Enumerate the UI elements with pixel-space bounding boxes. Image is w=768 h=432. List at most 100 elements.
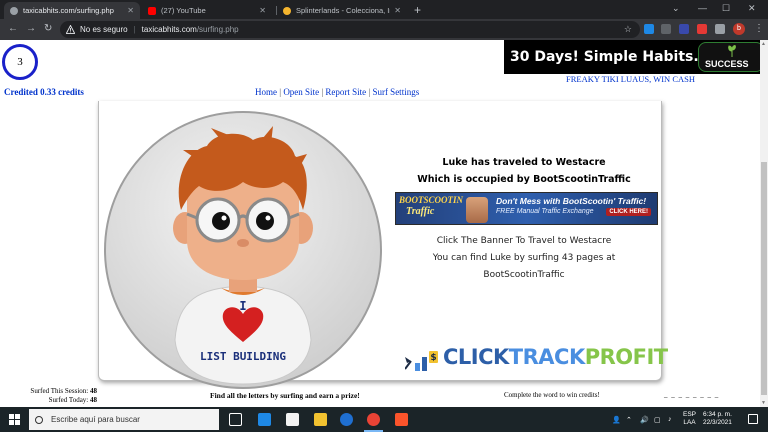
luke-avatar: I LIST BUILDING [104, 111, 382, 389]
people-icon[interactable]: 👤 [612, 416, 621, 424]
find-luke-text: You can find Luke by surfing 43 pages at [432, 253, 616, 263]
browser-tab-strip: taxicabhits.com/surfing.php ✕ (27) YouTu… [0, 0, 768, 19]
back-icon[interactable]: ← [8, 23, 18, 34]
minimize-icon[interactable]: — [698, 3, 707, 13]
extension-icon[interactable] [644, 24, 654, 34]
shirt-text: LIST BUILDING [200, 350, 286, 363]
chrome-icon[interactable] [364, 413, 383, 432]
nav-surf-settings-link[interactable]: Surf Settings [372, 87, 419, 97]
mail-icon[interactable] [258, 413, 271, 426]
find-letters-text: Find all the letters by surfing and earn… [210, 391, 360, 400]
svg-text:$: $ [430, 353, 436, 363]
notification-icon[interactable] [748, 414, 758, 424]
today-stat: Surfed Today: 48 [22, 396, 97, 405]
extension-icon[interactable] [661, 24, 671, 34]
warning-icon [66, 25, 75, 34]
word-blanks: _ _ _ _ _ _ _ _ [664, 391, 720, 399]
bootscootin-banner[interactable]: BOOTSCOOTIN Traffic Don't Mess with Boot… [395, 192, 658, 225]
travel-line-2: Which is occupied by BootScootinTraffic [417, 174, 631, 185]
clicktrackprofit-banner[interactable]: $ CLICKTRACKPROFIT [395, 341, 668, 373]
banner-brand-bottom: Traffic [406, 206, 435, 217]
tab-title: Splinterlands - Colecciona, Interca [296, 6, 390, 15]
ctp-track: TRACK [508, 345, 585, 369]
forward-icon[interactable]: → [26, 23, 36, 34]
task-view-icon[interactable] [229, 413, 242, 426]
success-logo-text: SUCCESS [705, 59, 749, 69]
surf-timer: 3 [2, 44, 38, 80]
volume-icon[interactable]: ♪ [668, 416, 672, 423]
brave-icon[interactable] [395, 413, 408, 426]
close-tab-icon[interactable]: ✕ [394, 6, 401, 15]
network-icon[interactable]: ▢ [654, 416, 661, 424]
banner-subtitle: FREE Manual Traffic Exchange [496, 208, 594, 215]
globe-icon [10, 6, 18, 15]
surf-stats: Surfed This Session: 48 Surfed Today: 48 [22, 387, 97, 405]
sound-icon[interactable]: 🔊 [640, 416, 649, 424]
profile-avatar[interactable]: b [733, 23, 745, 35]
splinterlands-icon [283, 6, 291, 15]
bookmark-star-icon[interactable]: ☆ [624, 24, 632, 35]
today-label: Surfed Today: [48, 396, 89, 404]
tiki-luaus-link[interactable]: FREAKY TIKI LUAUS, WIN CASH [566, 74, 695, 84]
url-path: /surfing.php [196, 25, 239, 34]
extension-icon[interactable] [697, 24, 707, 34]
windows-start-icon[interactable] [9, 414, 20, 425]
tab-youtube[interactable]: (27) YouTube ✕ [142, 2, 272, 19]
close-tab-icon[interactable]: ✕ [259, 6, 266, 15]
clock-time: 6:34 p. m. [703, 411, 732, 418]
session-stat: Surfed This Session: 48 [22, 387, 97, 396]
nav-open-site-link[interactable]: Open Site [283, 87, 319, 97]
tab-title: (27) YouTube [161, 6, 206, 15]
taskbar-search[interactable]: Escribe aquí para buscar [29, 409, 219, 430]
nav-home-link[interactable]: Home [255, 87, 277, 97]
scroll-down-icon[interactable]: ▼ [761, 400, 766, 406]
surf-page: 3 Credited 0.33 credits Home | Open Site… [0, 40, 768, 407]
close-tab-icon[interactable]: ✕ [127, 6, 134, 15]
taskbar-clock[interactable]: 6:34 p. m. 22/3/2021 [703, 411, 732, 427]
scroll-up-icon[interactable]: ▲ [761, 41, 766, 47]
taskbar-search-placeholder: Escribe aquí para buscar [51, 415, 140, 424]
extensions-puzzle-icon[interactable] [715, 24, 725, 34]
browser-toolbar: ← → ↻ No es seguro | taxicabhits.com /su… [0, 19, 768, 40]
edge-icon[interactable] [340, 413, 353, 426]
scrollbar-thumb[interactable] [761, 162, 767, 395]
top-banner-ad[interactable]: 30 Days! Simple Habits...! SUCCESS [504, 40, 766, 74]
youtube-icon [148, 6, 156, 15]
today-value: 48 [90, 396, 97, 404]
banner-graphic [466, 197, 488, 223]
maximize-icon[interactable]: ☐ [722, 3, 730, 14]
complete-word-text: Complete the word to win credits! [504, 391, 600, 399]
surf-card: I LIST BUILDING Luke has traveled to Wes… [98, 101, 668, 389]
banner-slogan: Don't Mess with BootScootin' Traffic! [496, 196, 647, 206]
tray-chevron-icon[interactable]: ⌃ [626, 416, 632, 424]
page-scrollbar[interactable]: ▲ ▼ [760, 40, 768, 407]
nav-report-site-link[interactable]: Report Site [325, 87, 366, 97]
close-window-icon[interactable]: ✕ [748, 3, 756, 14]
new-tab-icon[interactable]: + [414, 3, 421, 17]
tab-taxicabhits[interactable]: taxicabhits.com/surfing.php ✕ [4, 2, 140, 19]
banner-brand-top: BOOTSCOOTIN [399, 195, 464, 205]
travel-line-1: Luke has traveled to Westacre [442, 157, 606, 168]
timer-value: 3 [17, 56, 23, 68]
menu-icon[interactable]: ⋮ [754, 23, 764, 34]
shirt-letter: I [239, 299, 246, 313]
language-indicator[interactable]: ESP LAA [683, 411, 696, 427]
top-ad-text: 30 Days! Simple Habits...! [510, 49, 716, 65]
file-explorer-icon[interactable] [314, 413, 327, 426]
tab-search-icon[interactable]: ⌄ [672, 3, 680, 14]
surf-nav: Home | Open Site | Report Site | Surf Se… [255, 87, 419, 97]
banner-cta: CLICK HERE! [606, 208, 651, 216]
url-host: taxicabhits.com [141, 25, 197, 34]
tab-splinterlands[interactable]: Splinterlands - Colecciona, Interca ✕ [277, 2, 407, 19]
extension-icon[interactable] [679, 24, 689, 34]
windows-taskbar: Escribe aquí para buscar 👤 ⌃ 🔊 ▢ ♪ ESP L… [0, 407, 768, 432]
lang-bottom: LAA [683, 419, 696, 426]
clock-date: 22/3/2021 [703, 419, 732, 426]
reload-icon[interactable]: ↻ [44, 23, 52, 34]
ctp-logo-text: CLICKTRACKPROFIT [443, 345, 668, 369]
session-label: Surfed This Session: [30, 387, 89, 395]
store-icon[interactable] [286, 413, 299, 426]
session-value: 48 [90, 387, 97, 395]
address-bar[interactable]: No es seguro | taxicabhits.com /surfing.… [60, 21, 640, 38]
security-label[interactable]: No es seguro [80, 25, 128, 34]
